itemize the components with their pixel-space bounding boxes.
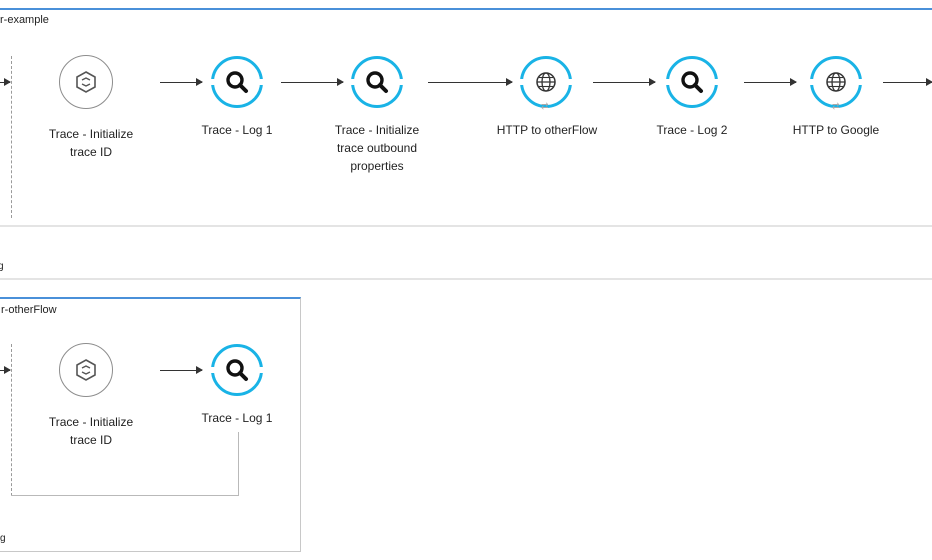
flow-arrow bbox=[0, 78, 11, 86]
flow-arrow bbox=[744, 78, 797, 86]
logger-node-init-outbound[interactable] bbox=[350, 56, 404, 108]
sync-icon: ⇄ bbox=[541, 101, 549, 111]
logger-node-log1[interactable] bbox=[210, 344, 264, 396]
error-handling-section[interactable]: g bbox=[0, 259, 932, 280]
flow-title[interactable]: r-otherFlow bbox=[1, 304, 57, 316]
node-label-init-outbound: Trace - Initialize trace outbound proper… bbox=[334, 123, 420, 173]
flow-arrow bbox=[593, 78, 656, 86]
transform-message-node[interactable] bbox=[59, 55, 113, 109]
logger-node-log2[interactable] bbox=[665, 56, 719, 108]
flow-container-example[interactable]: r-example bbox=[0, 8, 932, 227]
process-boundary bbox=[11, 495, 239, 496]
flow-source-line bbox=[11, 344, 12, 496]
search-icon bbox=[226, 71, 248, 93]
search-icon bbox=[681, 71, 703, 93]
flow-arrow bbox=[160, 78, 203, 86]
transform-icon bbox=[76, 71, 96, 93]
globe-icon bbox=[536, 72, 556, 92]
globe-icon bbox=[826, 72, 846, 92]
transform-icon bbox=[76, 359, 96, 381]
error-handling-label: g bbox=[0, 261, 4, 272]
node-label-http-google: HTTP to Google bbox=[792, 123, 880, 137]
transform-message-node[interactable] bbox=[59, 343, 113, 397]
node-label-log2: Trace - Log 2 bbox=[656, 123, 728, 137]
node-label-init-trace-id: Trace - Initialize trace ID bbox=[48, 127, 134, 159]
flow-arrow bbox=[281, 78, 344, 86]
flow-source-line bbox=[11, 56, 12, 218]
search-icon bbox=[366, 71, 388, 93]
flow-arrow bbox=[0, 366, 11, 374]
node-label-http-otherflow: HTTP to otherFlow bbox=[496, 123, 598, 137]
logger-node-log1[interactable] bbox=[210, 56, 264, 108]
sync-icon: ⇄ bbox=[832, 101, 840, 111]
node-label-log1: Trace - Log 1 bbox=[201, 411, 273, 425]
error-handling-label: g bbox=[0, 533, 6, 544]
flow-title[interactable]: r-example bbox=[0, 14, 49, 26]
node-label-log1: Trace - Log 1 bbox=[201, 123, 273, 137]
process-boundary bbox=[238, 432, 239, 495]
search-icon bbox=[226, 359, 248, 381]
flow-arrow bbox=[160, 366, 203, 374]
flow-arrow bbox=[428, 78, 513, 86]
flow-arrow bbox=[883, 78, 932, 86]
node-label-init-trace-id: Trace - Initialize trace ID bbox=[48, 415, 134, 447]
